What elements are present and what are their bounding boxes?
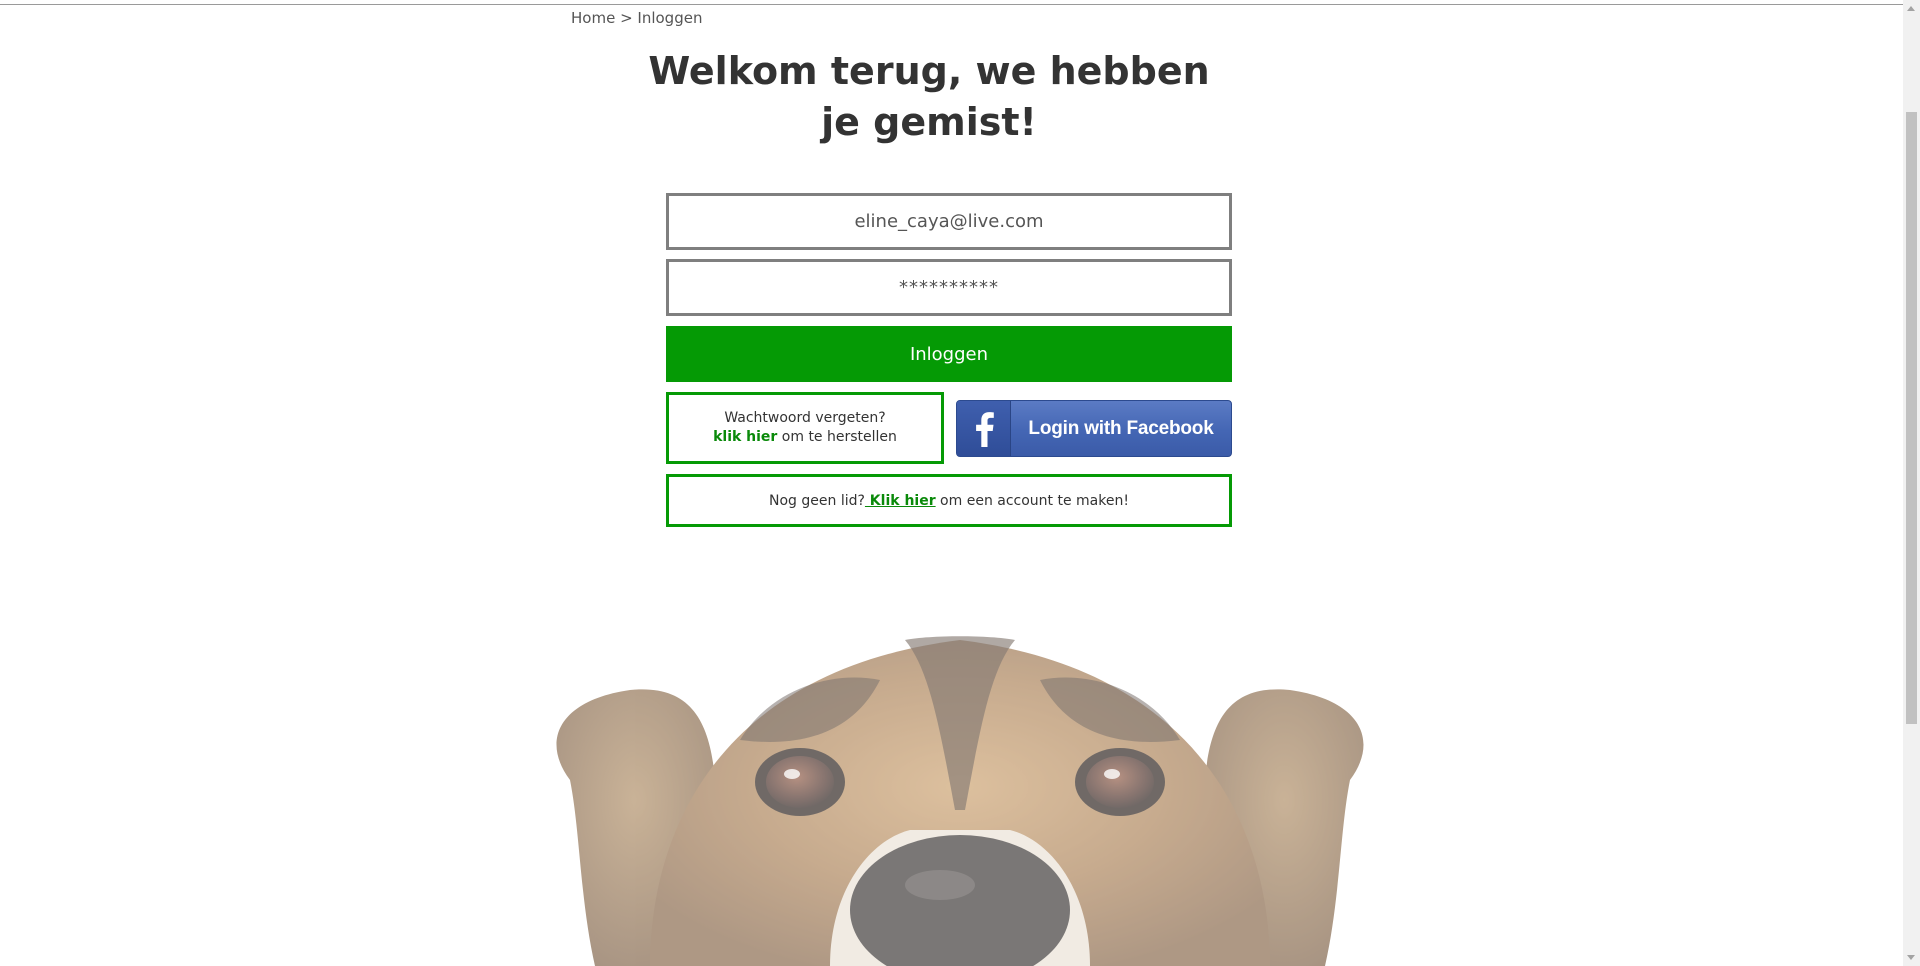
login-button-label: Inloggen [909,343,989,365]
signup-link[interactable]: Klik hier [865,493,936,509]
login-button[interactable]: Inloggen [666,326,1232,382]
dog-photo [556,636,1364,966]
facebook-login-button[interactable]: Login with Facebook [956,400,1232,457]
login-form: Inloggen Wachtwoord vergeten? klik hier … [666,193,1232,527]
forgot-password-line-2: klik hier om te herstellen [713,428,897,447]
breadcrumb: Home > Inloggen [571,9,702,27]
page-title-line-1: Welkom terug, we hebben [648,49,1210,93]
forgot-password-rest: om te herstellen [777,429,897,445]
signup-suffix: om een account te maken! [935,492,1129,509]
facebook-icon [957,401,1011,456]
forgot-password-box: Wachtwoord vergeten? klik hier om te her… [666,392,944,464]
breadcrumb-current: Inloggen [637,9,703,27]
vertical-scrollbar[interactable] [1903,0,1920,966]
page-title-line-2: je gemist! [821,100,1037,144]
password-field[interactable] [666,259,1232,316]
secondary-actions-row: Wachtwoord vergeten? klik hier om te her… [666,392,1232,464]
page-title: Welkom terug, we hebben je gemist! [0,46,1858,148]
email-field[interactable] [666,193,1232,250]
breadcrumb-home-link[interactable]: Home [571,9,615,27]
signup-box: Nog geen lid? Klik hier om een account t… [666,474,1232,527]
facebook-login-label: Login with Facebook [1028,417,1214,439]
breadcrumb-separator: > [615,9,638,27]
scroll-down-arrow-icon[interactable] [1907,955,1915,960]
top-border [0,0,1905,5]
login-page: Home > Inloggen Welkom terug, we hebben … [0,0,1920,966]
scrollbar-thumb[interactable] [1906,112,1917,724]
forgot-password-text: Wachtwoord vergeten? [724,410,886,426]
scroll-up-arrow-icon[interactable] [1907,6,1915,11]
signup-prefix: Nog geen lid? [769,492,865,509]
forgot-password-link[interactable]: klik hier [713,429,777,445]
